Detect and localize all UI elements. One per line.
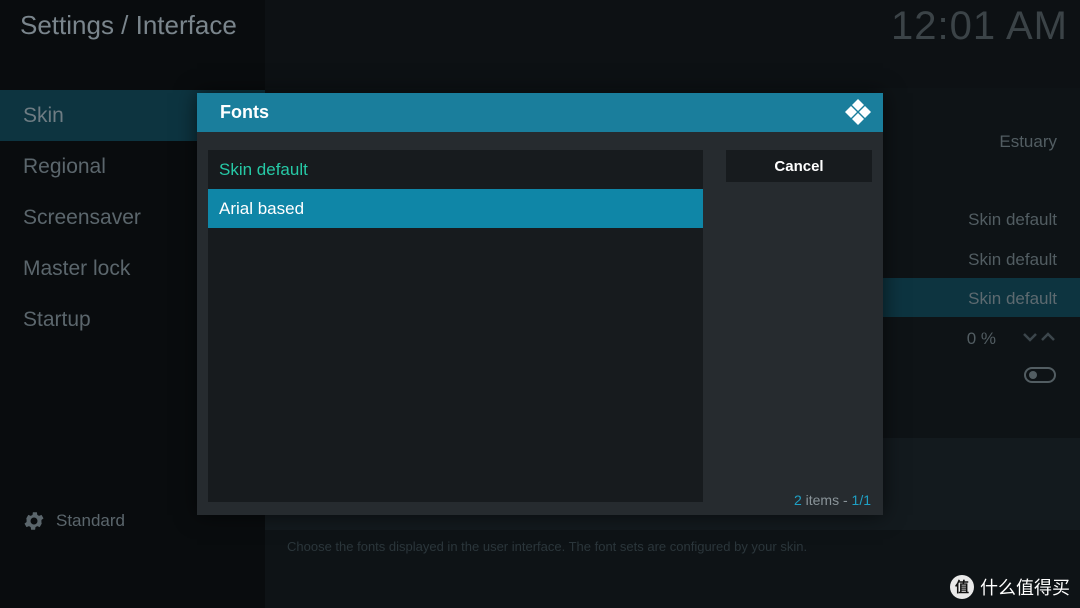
item-count: 2 items - 1/1 — [794, 492, 871, 508]
cancel-button[interactable]: Cancel — [726, 150, 872, 182]
setting-toggle[interactable] — [1024, 367, 1056, 383]
watermark-badge-icon: 值 — [950, 575, 974, 599]
setting-value-skin[interactable]: Estuary — [999, 132, 1057, 152]
settings-level-button[interactable]: Standard — [22, 509, 125, 533]
list-item-arial-based[interactable]: Arial based — [208, 189, 703, 228]
setting-value-2[interactable]: Skin default — [968, 250, 1057, 270]
settings-level-label: Standard — [56, 511, 125, 530]
chevron-updown-icon[interactable] — [1022, 328, 1058, 346]
dialog-header: Fonts — [197, 93, 883, 132]
font-options-list: Skin default Arial based — [208, 150, 703, 502]
fonts-dialog: Fonts Skin default Arial based Cancel 2 … — [197, 93, 883, 515]
page-title: Settings / Interface — [20, 10, 237, 40]
dialog-title: Fonts — [220, 102, 269, 122]
watermark: 值 什么值得买 — [950, 574, 1070, 600]
item-count-page: 1/1 — [851, 492, 871, 508]
list-item-skin-default[interactable]: Skin default — [208, 150, 703, 189]
item-count-number: 2 — [793, 492, 802, 508]
setting-value-zoom[interactable]: 0 % — [967, 329, 996, 349]
setting-value-1[interactable]: Skin default — [968, 210, 1057, 230]
clock: 12:01 AM — [890, 4, 1068, 48]
item-count-text: items - — [801, 492, 852, 508]
gear-icon — [24, 512, 44, 530]
setting-value-fonts[interactable]: Skin default — [968, 289, 1057, 309]
watermark-text: 什么值得买 — [980, 578, 1070, 598]
setting-description: Choose the fonts displayed in the user i… — [287, 539, 808, 554]
kodi-logo-icon — [845, 99, 871, 125]
